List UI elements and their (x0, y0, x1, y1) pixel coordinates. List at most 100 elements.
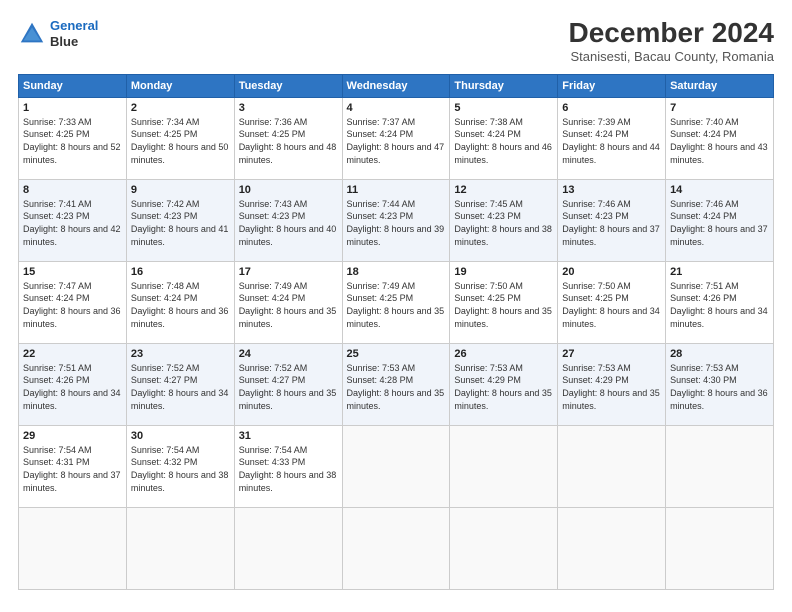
day-info: Sunrise: 7:37 AMSunset: 4:24 PMDaylight:… (347, 116, 446, 166)
day-number: 24 (239, 348, 338, 360)
day-info: Sunrise: 7:39 AMSunset: 4:24 PMDaylight:… (562, 116, 661, 166)
day-number: 13 (562, 184, 661, 196)
empty-cell (126, 507, 234, 589)
calendar-day: 1Sunrise: 7:33 AMSunset: 4:25 PMDaylight… (19, 97, 127, 179)
header-row: Sunday Monday Tuesday Wednesday Thursday… (19, 74, 774, 97)
day-number: 6 (562, 102, 661, 114)
day-info: Sunrise: 7:45 AMSunset: 4:23 PMDaylight:… (454, 198, 553, 248)
day-info: Sunrise: 7:38 AMSunset: 4:24 PMDaylight:… (454, 116, 553, 166)
day-info: Sunrise: 7:53 AMSunset: 4:29 PMDaylight:… (454, 362, 553, 412)
day-number: 5 (454, 102, 553, 114)
empty-cell (666, 425, 774, 507)
day-number: 16 (131, 266, 230, 278)
day-number: 27 (562, 348, 661, 360)
empty-cell (342, 507, 450, 589)
calendar-day: 17 Sunrise: 7:49 AMSunset: 4:24 PMDayligh… (234, 261, 342, 343)
day-number: 7 (670, 102, 769, 114)
calendar-day: 9 Sunrise: 7:42 AMSunset: 4:23 PMDaylight… (126, 179, 234, 261)
logo-text: General Blue (50, 18, 98, 49)
logo-icon (18, 20, 46, 48)
day-info: Sunrise: 7:41 AMSunset: 4:23 PMDaylight:… (23, 198, 122, 248)
calendar-day: 13 Sunrise: 7:46 AMSunset: 4:23 PMDayligh… (558, 179, 666, 261)
calendar-week-row: 15 Sunrise: 7:47 AMSunset: 4:24 PMDayligh… (19, 261, 774, 343)
day-info: Sunrise: 7:43 AMSunset: 4:23 PMDaylight:… (239, 198, 338, 248)
day-info: Sunrise: 7:46 AMSunset: 4:23 PMDaylight:… (562, 198, 661, 248)
day-number: 10 (239, 184, 338, 196)
day-info: Sunrise: 7:49 AMSunset: 4:25 PMDaylight:… (347, 280, 446, 330)
calendar-day: 16 Sunrise: 7:48 AMSunset: 4:24 PMDayligh… (126, 261, 234, 343)
day-number: 22 (23, 348, 122, 360)
calendar-day: 7 Sunrise: 7:40 AMSunset: 4:24 PMDaylight… (666, 97, 774, 179)
day-number: 8 (23, 184, 122, 196)
day-info: Sunrise: 7:54 AMSunset: 4:33 PMDaylight:… (239, 444, 338, 494)
day-info: Sunrise: 7:40 AMSunset: 4:24 PMDaylight:… (670, 116, 769, 166)
calendar-day: 15 Sunrise: 7:47 AMSunset: 4:24 PMDayligh… (19, 261, 127, 343)
day-info: Sunrise: 7:52 AMSunset: 4:27 PMDaylight:… (239, 362, 338, 412)
day-number: 18 (347, 266, 446, 278)
day-info: Sunrise: 7:54 AMSunset: 4:32 PMDaylight:… (131, 444, 230, 494)
calendar-day: 11 Sunrise: 7:44 AMSunset: 4:23 PMDayligh… (342, 179, 450, 261)
day-info: Sunrise: 7:44 AMSunset: 4:23 PMDaylight:… (347, 198, 446, 248)
day-number: 25 (347, 348, 446, 360)
subtitle: Stanisesti, Bacau County, Romania (569, 49, 774, 64)
calendar-week-row: 8 Sunrise: 7:41 AMSunset: 4:23 PMDaylight… (19, 179, 774, 261)
empty-cell (558, 425, 666, 507)
day-number: 9 (131, 184, 230, 196)
day-info: Sunrise: 7:48 AMSunset: 4:24 PMDaylight:… (131, 280, 230, 330)
day-number: 26 (454, 348, 553, 360)
day-info: Sunrise: 7:51 AMSunset: 4:26 PMDaylight:… (23, 362, 122, 412)
calendar-week-row: 29Sunrise: 7:54 AMSunset: 4:31 PMDayligh… (19, 425, 774, 507)
calendar-day: 18 Sunrise: 7:49 AMSunset: 4:25 PMDayligh… (342, 261, 450, 343)
day-info: Sunrise: 7:47 AMSunset: 4:24 PMDaylight:… (23, 280, 122, 330)
calendar-day: 2Sunrise: 7:34 AMSunset: 4:25 PMDaylight… (126, 97, 234, 179)
day-info: Sunrise: 7:52 AMSunset: 4:27 PMDaylight:… (131, 362, 230, 412)
day-info: Sunrise: 7:50 AMSunset: 4:25 PMDaylight:… (562, 280, 661, 330)
day-number: 11 (347, 184, 446, 196)
calendar-day: 8 Sunrise: 7:41 AMSunset: 4:23 PMDaylight… (19, 179, 127, 261)
empty-cell (19, 507, 127, 589)
calendar-day: 21 Sunrise: 7:51 AMSunset: 4:26 PMDayligh… (666, 261, 774, 343)
col-wednesday: Wednesday (342, 74, 450, 97)
calendar-day: 26 Sunrise: 7:53 AMSunset: 4:29 PMDayligh… (450, 343, 558, 425)
calendar-week-row: 22 Sunrise: 7:51 AMSunset: 4:26 PMDayligh… (19, 343, 774, 425)
logo-general: General (50, 18, 98, 33)
day-info: Sunrise: 7:51 AMSunset: 4:26 PMDaylight:… (670, 280, 769, 330)
empty-cell (666, 507, 774, 589)
empty-cell (342, 425, 450, 507)
empty-cell (234, 507, 342, 589)
day-info: Sunrise: 7:42 AMSunset: 4:23 PMDaylight:… (131, 198, 230, 248)
calendar-day: 27 Sunrise: 7:53 AMSunset: 4:29 PMDayligh… (558, 343, 666, 425)
calendar-day: 30Sunrise: 7:54 AMSunset: 4:32 PMDayligh… (126, 425, 234, 507)
day-number: 23 (131, 348, 230, 360)
calendar-day: 3 Sunrise: 7:36 AMSunset: 4:25 PMDaylight… (234, 97, 342, 179)
calendar-day: 12 Sunrise: 7:45 AMSunset: 4:23 PMDayligh… (450, 179, 558, 261)
day-number: 15 (23, 266, 122, 278)
day-info: Sunrise: 7:53 AMSunset: 4:30 PMDaylight:… (670, 362, 769, 412)
empty-cell (558, 507, 666, 589)
day-info: Sunrise: 7:33 AMSunset: 4:25 PMDaylight:… (23, 116, 122, 166)
day-info: Sunrise: 7:53 AMSunset: 4:29 PMDaylight:… (562, 362, 661, 412)
day-info: Sunrise: 7:36 AMSunset: 4:25 PMDaylight:… (239, 116, 338, 166)
calendar-day: 10 Sunrise: 7:43 AMSunset: 4:23 PMDayligh… (234, 179, 342, 261)
col-saturday: Saturday (666, 74, 774, 97)
calendar-day: 20 Sunrise: 7:50 AMSunset: 4:25 PMDayligh… (558, 261, 666, 343)
day-number: 12 (454, 184, 553, 196)
empty-cell (450, 425, 558, 507)
calendar-day: 22 Sunrise: 7:51 AMSunset: 4:26 PMDayligh… (19, 343, 127, 425)
calendar-week-row (19, 507, 774, 589)
calendar-table: Sunday Monday Tuesday Wednesday Thursday… (18, 74, 774, 590)
day-number: 21 (670, 266, 769, 278)
day-number: 3 (239, 102, 338, 114)
day-info: Sunrise: 7:49 AMSunset: 4:24 PMDaylight:… (239, 280, 338, 330)
page: General Blue December 2024 Stanisesti, B… (0, 0, 792, 612)
day-info: Sunrise: 7:46 AMSunset: 4:24 PMDaylight:… (670, 198, 769, 248)
day-number: 31 (239, 430, 338, 442)
logo: General Blue (18, 18, 98, 49)
calendar-day: 25Sunrise: 7:53 AMSunset: 4:28 PMDayligh… (342, 343, 450, 425)
day-number: 17 (239, 266, 338, 278)
calendar-day: 24 Sunrise: 7:52 AMSunset: 4:27 PMDayligh… (234, 343, 342, 425)
day-number: 20 (562, 266, 661, 278)
day-number: 14 (670, 184, 769, 196)
title-section: December 2024 Stanisesti, Bacau County, … (569, 18, 774, 64)
col-friday: Friday (558, 74, 666, 97)
